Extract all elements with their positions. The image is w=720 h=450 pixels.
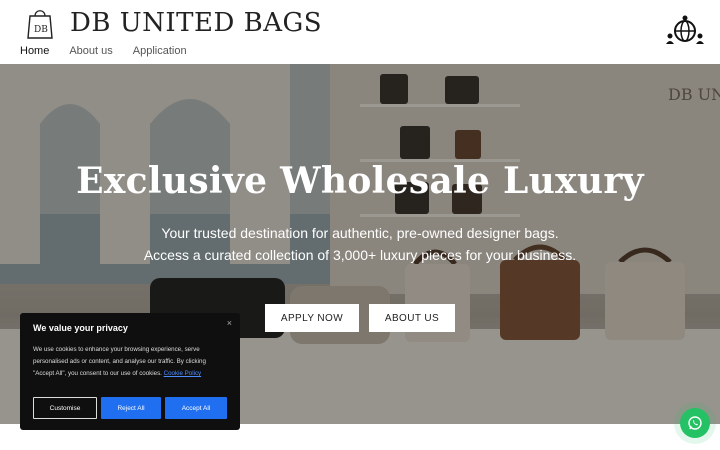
reject-all-button[interactable]: Reject All — [101, 397, 161, 419]
nav-item-home[interactable]: Home — [20, 45, 49, 57]
cookie-policy-link[interactable]: Cookie Policy — [164, 370, 202, 377]
cookie-actions: Customise Reject All Accept All — [33, 397, 227, 419]
hero-subtitle-line-2: Access a curated collection of 3,000+ lu… — [143, 247, 577, 263]
site-header: DB DB UNITED BAGS Home About us Applicat… — [0, 0, 720, 64]
cookie-title: We value your privacy — [33, 323, 128, 333]
nav-item-about-us[interactable]: About us — [69, 45, 112, 57]
hero-subtitle: Your trusted destination for authentic, … — [0, 222, 720, 266]
accept-all-button[interactable]: Accept All — [165, 397, 227, 419]
whatsapp-button[interactable] — [680, 408, 710, 438]
whatsapp-icon — [688, 416, 702, 430]
svg-text:DB: DB — [34, 25, 48, 35]
hero-title: Exclusive Wholesale Luxury — [76, 160, 644, 202]
cookie-description: We use cookies to enhance your browsing … — [33, 344, 227, 380]
nav-item-application[interactable]: Application — [133, 45, 187, 57]
apply-now-button[interactable]: APPLY NOW — [265, 304, 359, 332]
hero-subtitle-line-1: Your trusted destination for authentic, … — [161, 225, 559, 241]
customise-button[interactable]: Customise — [33, 397, 97, 419]
brand-name[interactable]: DB UNITED BAGS — [70, 8, 322, 38]
cookie-consent-banner: We value your privacy × We use cookies t… — [20, 313, 240, 430]
about-us-button[interactable]: ABOUT US — [369, 304, 455, 332]
cookie-close-icon[interactable]: × — [227, 318, 232, 328]
main-nav: Home About us Application — [20, 45, 207, 57]
shopping-bag-logo-icon[interactable]: DB — [26, 6, 54, 40]
global-network-icon[interactable] — [664, 14, 706, 48]
